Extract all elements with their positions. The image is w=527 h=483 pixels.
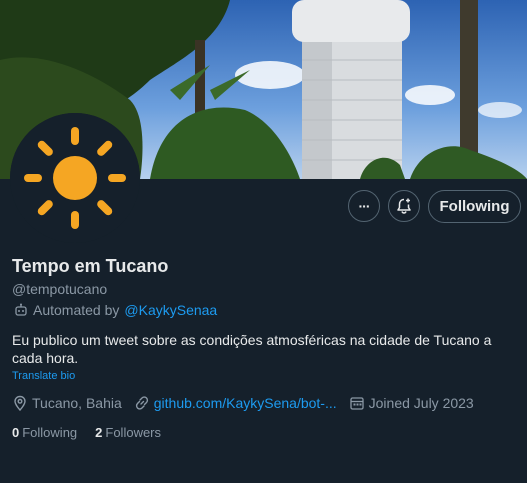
profile-handle: @tempotucano xyxy=(12,281,108,297)
follow-counts: 0 Following 2 Followers xyxy=(12,425,161,440)
robot-icon xyxy=(15,303,27,316)
profile-bio: Eu publico um tweet sobre as condições a… xyxy=(12,332,492,366)
location-pin-icon xyxy=(14,395,26,411)
joined-text: Joined July 2023 xyxy=(368,395,474,411)
profile-meta: Tucano, Bahia github.com/KaykySena/bot-.… xyxy=(12,395,486,411)
link-icon xyxy=(135,396,148,410)
calendar-icon xyxy=(349,397,364,410)
profile-name: Tempo em Tucano xyxy=(12,256,169,276)
more-button[interactable]: ··· xyxy=(348,190,380,222)
automated-by-link[interactable]: @KaykySenaa xyxy=(124,302,217,318)
automated-prefix: Automated by xyxy=(33,302,120,318)
followers-label: Followers xyxy=(105,425,162,440)
following-button[interactable]: Following xyxy=(428,190,521,223)
sun-icon xyxy=(10,113,140,243)
notifications-button[interactable] xyxy=(388,190,420,222)
bell-plus-icon xyxy=(397,198,411,214)
followers-count: 2 xyxy=(95,425,103,440)
more-icon: ··· xyxy=(358,198,371,214)
automated-label: Automated by @KaykySenaa xyxy=(14,302,217,318)
following-label: Following xyxy=(22,425,78,440)
following-count-link[interactable]: 0 Following xyxy=(12,425,77,440)
website-link[interactable]: github.com/KaykySena/bot-... xyxy=(154,395,337,411)
joined-item: Joined July 2023 xyxy=(349,395,474,411)
website-item[interactable]: github.com/KaykySena/bot-... xyxy=(134,395,337,411)
translate-bio-link[interactable]: Translate bio xyxy=(12,370,75,382)
following-count: 0 xyxy=(12,425,20,440)
location-item: Tucano, Bahia xyxy=(12,395,122,411)
profile-avatar[interactable] xyxy=(10,113,140,243)
followers-count-link[interactable]: 2 Followers xyxy=(95,425,161,440)
location-text: Tucano, Bahia xyxy=(32,395,122,411)
